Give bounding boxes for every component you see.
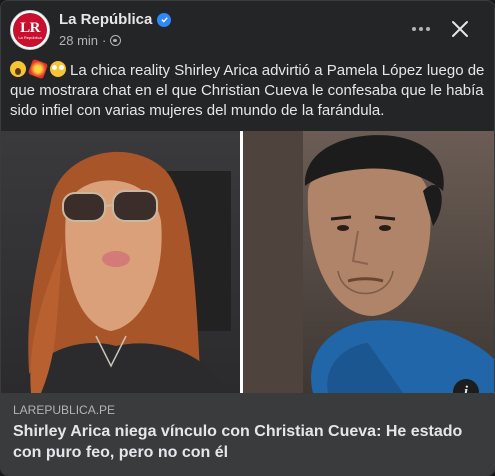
logo-lr-text: LR (20, 19, 40, 36)
post-message: La chica reality Shirley Arica advirtió … (10, 58, 488, 121)
flushed-emoji (50, 61, 66, 77)
link-domain: LAREPUBLICA.PE (13, 403, 116, 417)
page-avatar[interactable]: LR La República (10, 10, 50, 50)
more-options-dot (419, 27, 423, 31)
post-timestamp[interactable]: 28 min (59, 33, 98, 48)
scream-emoji (10, 61, 26, 77)
photo-shirley-arica (1, 131, 240, 393)
globe-icon[interactable] (110, 35, 122, 46)
more-options-icon (412, 27, 416, 31)
post-text: La chica reality Shirley Arica advirtió … (10, 62, 485, 119)
link-title[interactable]: Shirley Arica niega vínculo con Christia… (13, 421, 483, 463)
la-republica-logo: LR La República (13, 13, 47, 47)
collision-emoji (27, 58, 49, 80)
close-icon (452, 21, 468, 37)
more-options-dot (426, 27, 430, 31)
more-options-button[interactable] (403, 15, 439, 43)
post-card: LR La República La República 28 min · La… (0, 0, 495, 476)
meta-separator: · (102, 33, 107, 48)
page-name-link[interactable]: La República (59, 11, 152, 28)
verified-badge-icon (157, 12, 172, 27)
page-name-row: La República (59, 11, 172, 28)
close-button[interactable] (445, 14, 475, 44)
photo-christian-cueva (243, 131, 494, 393)
logo-subtext: La República (18, 34, 42, 40)
post-header: LR La República La República 28 min · (1, 1, 494, 59)
post-image[interactable]: i (1, 131, 494, 405)
post-meta: 28 min · (59, 33, 122, 48)
link-preview[interactable]: LAREPUBLICA.PE Shirley Arica niega víncu… (1, 393, 494, 475)
